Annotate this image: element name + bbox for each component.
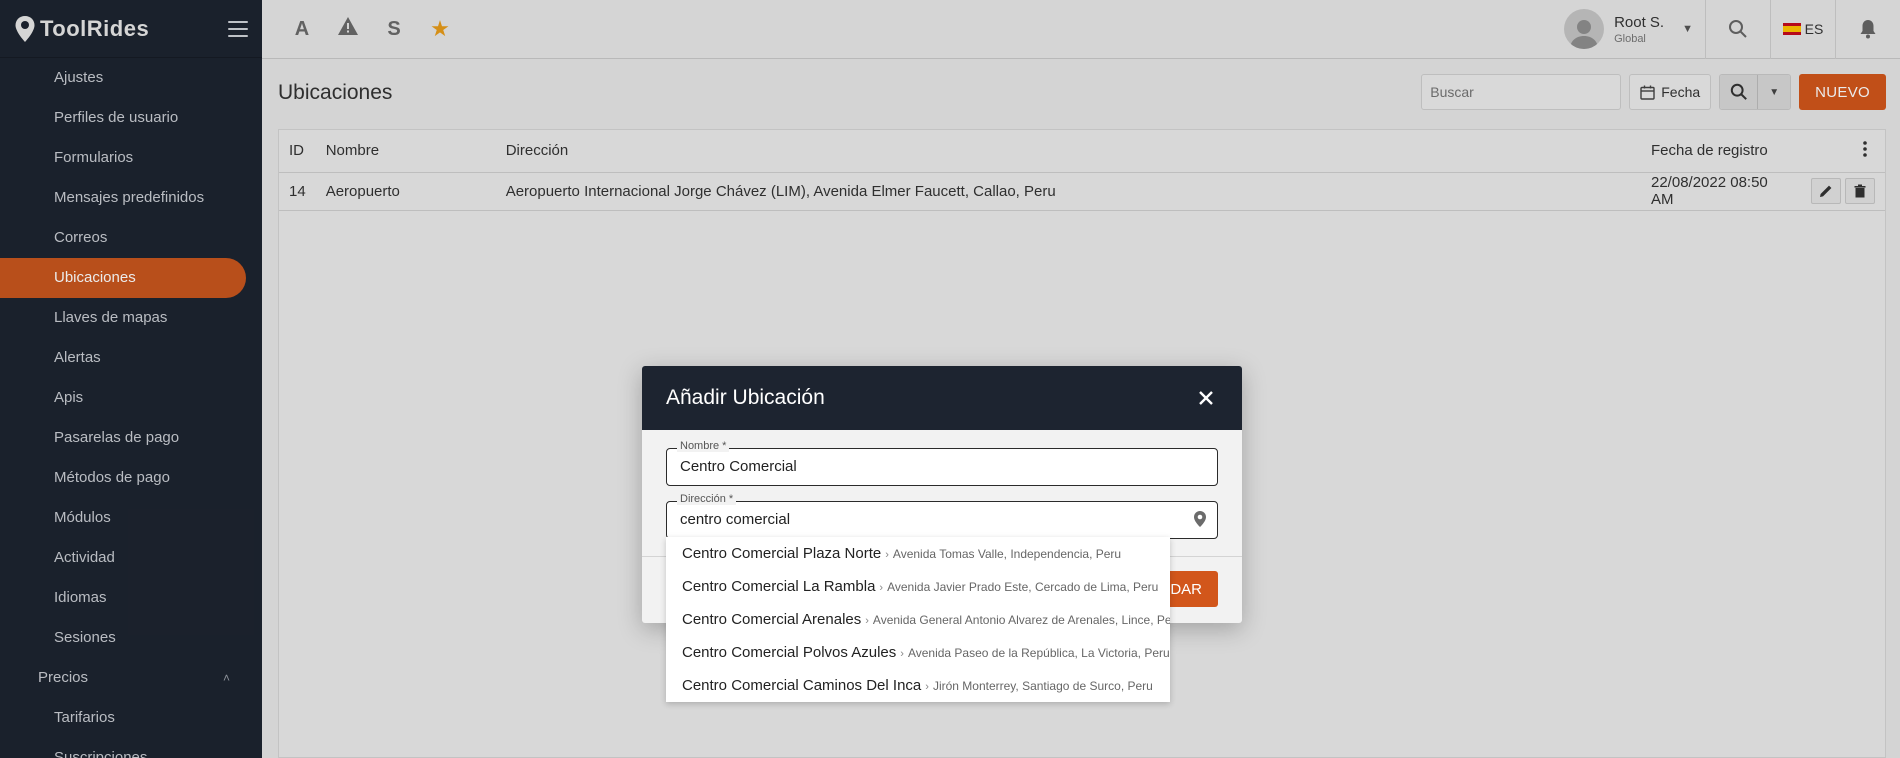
- chevron-right-icon: ›: [879, 582, 884, 594]
- address-field: Dirección *: [666, 493, 1218, 539]
- close-icon[interactable]: [1194, 386, 1218, 410]
- map-pin-icon[interactable]: [1193, 510, 1207, 533]
- autocomplete-item[interactable]: Centro Comercial Arenales › Avenida Genera…: [666, 603, 1170, 636]
- address-autocomplete-list: Centro Comercial Plaza Norte › Avenida Tom…: [666, 537, 1170, 702]
- modal-title: Añadir Ubicación: [666, 386, 825, 409]
- autocomplete-main: Centro Comercial Arenales: [682, 611, 862, 628]
- chevron-right-icon: ›: [900, 648, 904, 660]
- chevron-right-icon: ›: [865, 615, 869, 627]
- autocomplete-item[interactable]: Centro Comercial Caminos Del Inca › Jirón …: [666, 669, 1170, 702]
- address-input[interactable]: [680, 502, 1180, 537]
- autocomplete-item[interactable]: Centro Comercial Plaza Norte › Avenida Tom…: [666, 537, 1170, 570]
- chevron-right-icon: ›: [885, 549, 889, 561]
- autocomplete-item[interactable]: Centro Comercial La Rambla › Avenida Javie…: [666, 570, 1170, 603]
- name-input[interactable]: [680, 449, 1180, 484]
- chevron-right-icon: ›: [925, 681, 929, 693]
- autocomplete-main: Centro Comercial Caminos Del Inca: [682, 677, 922, 694]
- autocomplete-main: Centro Comercial La Rambla: [682, 578, 876, 595]
- autocomplete-sub: Jirón Monterrey, Santiago de Surco, Peru: [932, 679, 1153, 693]
- autocomplete-main: Centro Comercial Polvos Azules: [682, 644, 897, 661]
- autocomplete-main: Centro Comercial Plaza Norte: [682, 545, 882, 562]
- name-field: Nombre *: [666, 440, 1218, 486]
- autocomplete-sub: Avenida Tomas Valle, Independencia, Peru: [892, 547, 1122, 561]
- autocomplete-sub: Avenida General Antonio Alvarez de Arena…: [872, 613, 1170, 627]
- autocomplete-item[interactable]: Centro Comercial Polvos Azules › Avenida P…: [666, 636, 1170, 669]
- modal-header: Añadir Ubicación: [642, 366, 1242, 430]
- autocomplete-sub: Avenida Paseo de la República, La Victor…: [907, 646, 1170, 660]
- autocomplete-sub: Avenida Javier Prado Este, Cercado de Li…: [887, 580, 1159, 594]
